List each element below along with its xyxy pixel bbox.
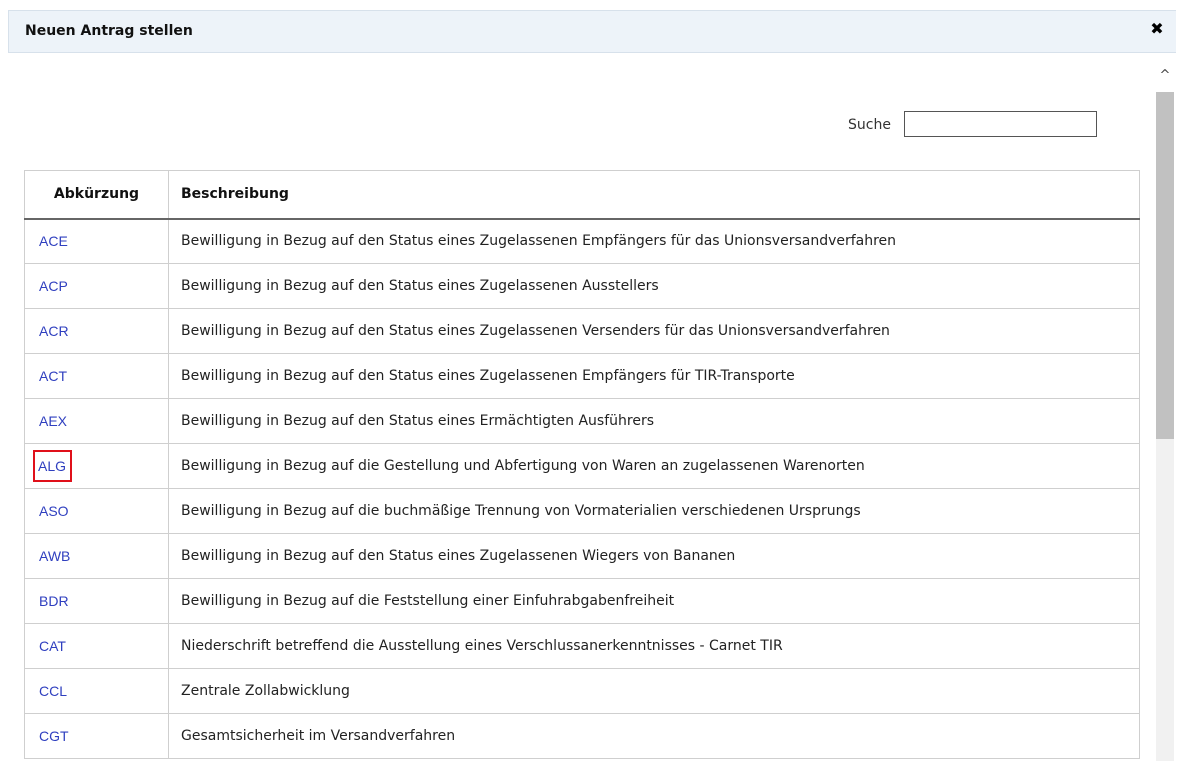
abbreviation-link-aex[interactable]: AEX bbox=[39, 413, 67, 429]
scroll-up-icon[interactable]: ^ bbox=[1156, 66, 1174, 84]
abbreviation-cell: ALG bbox=[24, 443, 169, 489]
description-cell: Niederschrift betreffend die Ausstellung… bbox=[168, 623, 1140, 669]
column-header-description: Beschreibung bbox=[168, 170, 1140, 220]
abbreviation-cell: ACT bbox=[24, 353, 169, 399]
abbreviation-cell: BDR bbox=[24, 578, 169, 624]
description-cell: Zentrale Zollabwicklung bbox=[168, 668, 1140, 714]
abbreviation-cell: CGT bbox=[24, 713, 169, 759]
search-label: Suche bbox=[848, 117, 891, 133]
abbreviation-link-alg[interactable]: ALG bbox=[32, 449, 73, 482]
description-cell: Bewilligung in Bezug auf die Gestellung … bbox=[168, 443, 1140, 489]
description-cell: Bewilligung in Bezug auf den Status eine… bbox=[168, 308, 1140, 354]
abbreviation-cell: ASO bbox=[24, 488, 169, 534]
abbreviation-link-act[interactable]: ACT bbox=[39, 368, 67, 384]
table-row: ACE Bewilligung in Bezug auf den Status e… bbox=[24, 218, 1140, 264]
abbreviation-link-awb[interactable]: AWB bbox=[39, 548, 70, 564]
table-row: ACP Bewilligung in Bezug auf den Status e… bbox=[24, 263, 1140, 309]
table-row: AEX Bewilligung in Bezug auf den Status e… bbox=[24, 398, 1140, 444]
table-row: AWB Bewilligung in Bezug auf den Status e… bbox=[24, 533, 1140, 579]
table-row: ASO Bewilligung in Bezug auf die buchmäßi… bbox=[24, 488, 1140, 534]
table-row: ACR Bewilligung in Bezug auf den Status e… bbox=[24, 308, 1140, 354]
table-row: BDR Bewilligung in Bezug auf die Feststel… bbox=[24, 578, 1140, 624]
description-cell: Bewilligung in Bezug auf den Status eine… bbox=[168, 533, 1140, 579]
abbreviation-link-acr[interactable]: ACR bbox=[39, 323, 69, 339]
description-cell: Bewilligung in Bezug auf die buchmäßige … bbox=[168, 488, 1140, 534]
table-row: CAT Niederschrift betreffend die Ausstell… bbox=[24, 623, 1140, 669]
table-header-row: Abkürzung Beschreibung bbox=[24, 170, 1140, 220]
table-row: ACT Bewilligung in Bezug auf den Status e… bbox=[24, 353, 1140, 399]
table-row: ALG Bewilligung in Bezug auf die Gestellu… bbox=[24, 443, 1140, 489]
table-row: CCL Zentrale Zollabwicklung bbox=[24, 668, 1140, 714]
abbreviation-link-ace[interactable]: ACE bbox=[39, 233, 68, 249]
table-row: CGT Gesamtsicherheit im Versandverfahren bbox=[24, 713, 1140, 759]
abbreviation-cell: ACR bbox=[24, 308, 169, 354]
description-cell: Bewilligung in Bezug auf den Status eine… bbox=[168, 218, 1140, 264]
abbreviation-link-cat[interactable]: CAT bbox=[39, 638, 66, 654]
application-type-table: Abkürzung Beschreibung ACE Bewilligung in… bbox=[24, 170, 1140, 759]
description-cell: Bewilligung in Bezug auf die Feststellun… bbox=[168, 578, 1140, 624]
dialog-titlebar: Neuen Antrag stellen bbox=[8, 10, 1176, 53]
description-cell: Bewilligung in Bezug auf den Status eine… bbox=[168, 263, 1140, 309]
description-cell: Gesamtsicherheit im Versandverfahren bbox=[168, 713, 1140, 759]
abbreviation-cell: AEX bbox=[24, 398, 169, 444]
column-header-abbreviation: Abkürzung bbox=[24, 170, 169, 220]
description-cell: Bewilligung in Bezug auf den Status eine… bbox=[168, 398, 1140, 444]
abbreviation-cell: AWB bbox=[24, 533, 169, 579]
abbreviation-link-acp[interactable]: ACP bbox=[39, 278, 68, 294]
dialog-title: Neuen Antrag stellen bbox=[25, 23, 193, 39]
abbreviation-link-bdr[interactable]: BDR bbox=[39, 593, 69, 609]
abbreviation-cell: ACP bbox=[24, 263, 169, 309]
abbreviation-link-cgt[interactable]: CGT bbox=[39, 728, 69, 744]
abbreviation-cell: CCL bbox=[24, 668, 169, 714]
abbreviation-link-aso[interactable]: ASO bbox=[39, 503, 69, 519]
abbreviation-cell: CAT bbox=[24, 623, 169, 669]
description-cell: Bewilligung in Bezug auf den Status eine… bbox=[168, 353, 1140, 399]
abbreviation-link-ccl[interactable]: CCL bbox=[39, 683, 67, 699]
scrollbar-thumb[interactable] bbox=[1156, 92, 1174, 439]
search-input[interactable] bbox=[904, 111, 1097, 137]
abbreviation-cell: ACE bbox=[24, 218, 169, 264]
close-icon[interactable]: ✖ bbox=[1146, 17, 1168, 39]
